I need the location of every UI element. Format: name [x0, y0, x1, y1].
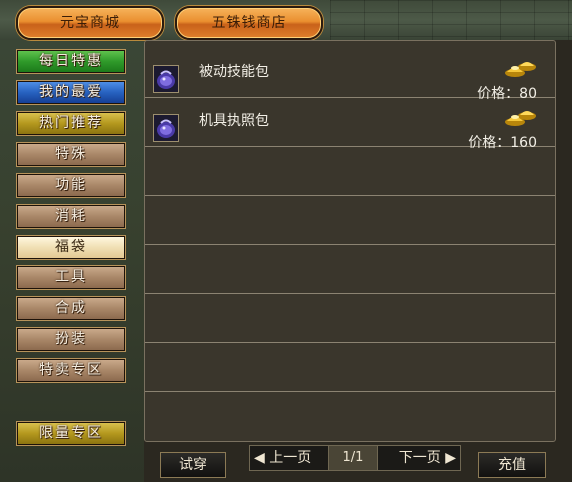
empty-row — [145, 147, 555, 196]
nav-sale-zone[interactable]: 特卖专区 — [17, 359, 125, 382]
nav-costume[interactable]: 扮装 — [17, 328, 125, 351]
empty-row — [145, 294, 555, 343]
tab-wuzhu-shop[interactable]: 五铢钱商店 — [175, 6, 323, 40]
gold-ingot-icon — [503, 104, 537, 128]
nav-favorites[interactable]: 我的最爱 — [17, 81, 125, 104]
license-bag-icon — [153, 114, 179, 142]
empty-row — [145, 196, 555, 245]
skill-bag-icon — [153, 65, 179, 93]
prev-page-button[interactable]: ◀ 上一页 — [254, 446, 311, 470]
pagination: ◀ 上一页 1/1 下一页 ▶ — [249, 445, 461, 471]
nav-lucky-bag[interactable]: 福袋 — [17, 236, 125, 259]
item-list-panel: 被动技能包 价格：80 机具执照包 价格：160 — [144, 40, 556, 442]
next-page-button[interactable]: 下一页 ▶ — [399, 446, 456, 470]
empty-row — [145, 245, 555, 294]
nav-special[interactable]: 特殊 — [17, 143, 125, 166]
try-on-button[interactable]: 试穿 — [160, 452, 226, 478]
list-item[interactable]: 机具执照包 价格：160 — [145, 98, 555, 151]
page-indicator: 1/1 — [328, 446, 378, 470]
tab-yuanbao-mall[interactable]: 元宝商城 — [16, 6, 164, 40]
nav-hot-picks[interactable]: 热门推荐 — [17, 112, 125, 135]
nav-synthesis[interactable]: 合成 — [17, 297, 125, 320]
next-page-label: 下一页 — [398, 450, 441, 466]
item-name: 被动技能包 — [199, 64, 269, 80]
prev-page-label: 上一页 — [269, 450, 312, 466]
nav-daily-deals[interactable]: 每日特惠 — [17, 50, 125, 73]
gold-ingot-icon — [503, 55, 537, 79]
nav-limited-zone[interactable]: 限量专区 — [17, 422, 125, 445]
empty-row — [145, 343, 555, 392]
left-scenery — [0, 40, 144, 482]
nav-tools[interactable]: 工具 — [17, 266, 125, 289]
item-name: 机具执照包 — [199, 113, 269, 129]
nav-consumables[interactable]: 消耗 — [17, 205, 125, 228]
recharge-button[interactable]: 充值 — [478, 452, 546, 478]
wall-texture — [330, 0, 572, 40]
list-item[interactable]: 被动技能包 价格：80 — [145, 49, 555, 102]
nav-function[interactable]: 功能 — [17, 174, 125, 197]
